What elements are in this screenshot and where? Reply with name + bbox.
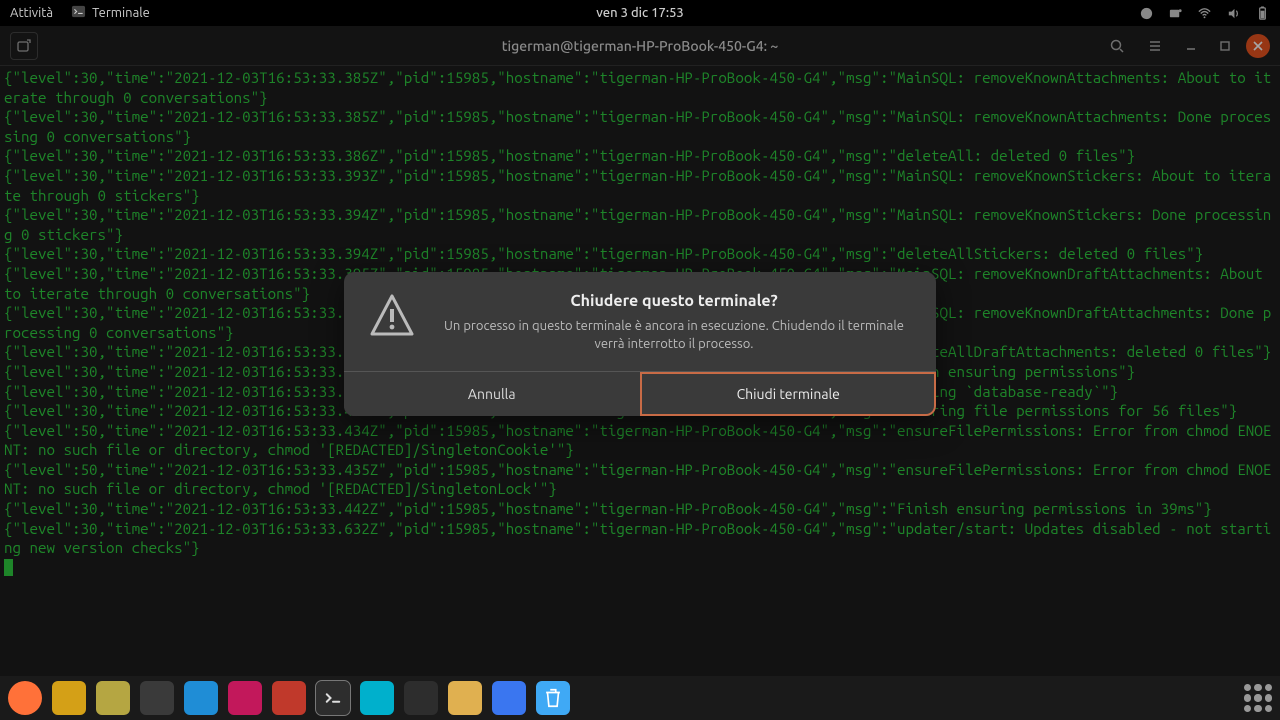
dialog-title: Chiudere questo terminale? — [436, 292, 912, 310]
volume-icon — [1226, 6, 1241, 21]
app-teal-icon[interactable] — [360, 681, 394, 715]
warning-icon — [368, 292, 416, 340]
app-amber-icon[interactable] — [52, 681, 86, 715]
app-cyan-icon[interactable] — [184, 681, 218, 715]
settings-icon[interactable] — [140, 681, 174, 715]
activities-button[interactable]: Attività — [10, 6, 53, 20]
cancel-button[interactable]: Annulla — [344, 372, 640, 416]
app-red-icon[interactable] — [272, 681, 306, 715]
current-app-label: Terminale — [92, 6, 150, 20]
dialog-body: Un processo in questo terminale è ancora… — [436, 318, 912, 353]
trash-icon[interactable] — [536, 681, 570, 715]
text-editor-icon[interactable] — [448, 681, 482, 715]
video-icon[interactable] — [404, 681, 438, 715]
close-button[interactable] — [1246, 34, 1270, 58]
hamburger-menu-button[interactable] — [1140, 31, 1170, 61]
search-button[interactable] — [1102, 31, 1132, 61]
terminal-app-icon — [71, 4, 86, 22]
terminal-cursor — [4, 559, 13, 576]
screencast-icon — [1168, 6, 1183, 21]
dash-dock — [0, 676, 1280, 720]
close-confirm-dialog: Chiudere questo terminale? Un processo i… — [344, 272, 936, 416]
window-title: tigerman@tigerman-HP-ProBook-450-G4: ~ — [502, 38, 779, 54]
network-wifi-icon — [1197, 6, 1212, 21]
close-terminal-button[interactable]: Chiudi terminale — [640, 372, 937, 416]
gnome-topbar: Attività Terminale ven 3 dic 17:53 — [0, 0, 1280, 26]
minimize-button[interactable] — [1178, 33, 1204, 59]
window-titlebar: tigerman@tigerman-HP-ProBook-450-G4: ~ — [0, 26, 1280, 66]
clock[interactable]: ven 3 dic 17:53 — [596, 6, 684, 20]
notification-indicator-icon — [1139, 6, 1154, 21]
battery-icon — [1255, 6, 1270, 21]
maximize-button[interactable] — [1212, 33, 1238, 59]
signal-icon[interactable] — [492, 681, 526, 715]
current-app-menu[interactable]: Terminale — [71, 4, 150, 22]
firefox-icon[interactable] — [8, 681, 42, 715]
new-tab-button[interactable] — [10, 32, 38, 60]
app-magenta-icon[interactable] — [228, 681, 262, 715]
terminal-icon[interactable] — [316, 681, 350, 715]
system-indicators[interactable] — [1139, 6, 1270, 21]
show-applications-button[interactable] — [1244, 684, 1272, 712]
app-olive-icon[interactable] — [96, 681, 130, 715]
